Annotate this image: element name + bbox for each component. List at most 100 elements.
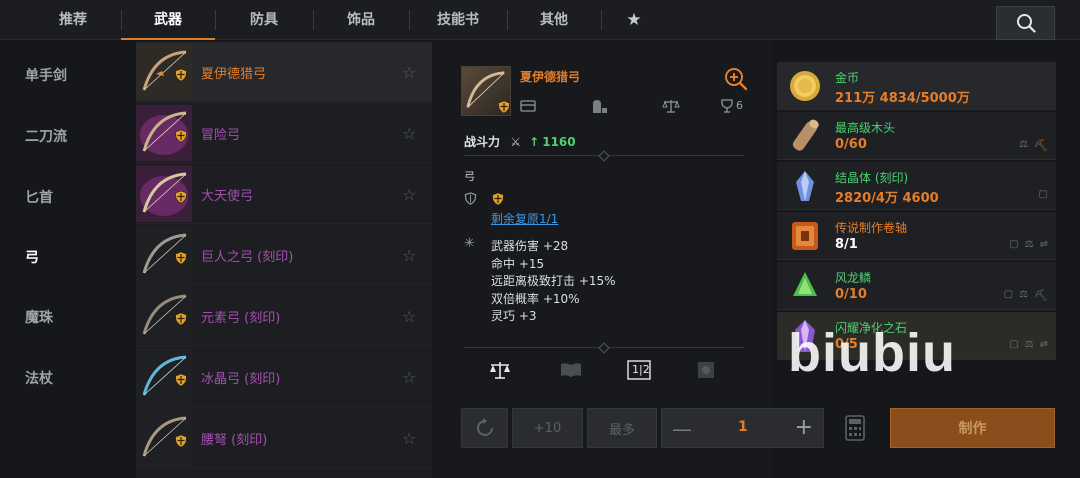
list-item[interactable]: 巨人之弓 (刻印) ☆ bbox=[136, 225, 432, 285]
list-item[interactable]: 夏伊德猎弓 ☆ bbox=[136, 42, 432, 102]
tab-accessories[interactable]: 饰品 bbox=[313, 0, 409, 40]
category-staff[interactable]: 法杖 bbox=[25, 368, 53, 388]
star-icon: ★ bbox=[626, 10, 642, 30]
category-orb[interactable]: 魔珠 bbox=[25, 307, 53, 327]
category-bow[interactable]: 弓 bbox=[25, 247, 39, 267]
favorite-star-icon[interactable]: ☆ bbox=[402, 185, 416, 204]
exchange-scale-icon[interactable]: ⚖ bbox=[1025, 339, 1034, 350]
scale-icon bbox=[662, 100, 680, 113]
shield-icon bbox=[175, 190, 187, 204]
plus-ten-button[interactable]: +10 bbox=[512, 408, 583, 448]
top-tab-bar: 推荐 武器 防具 饰品 技能书 其他 ★ bbox=[0, 0, 1080, 40]
material-row[interactable]: 最高级木头 0/60 ⚖ ⛏ bbox=[777, 112, 1056, 160]
swap-icon[interactable]: ⇌ bbox=[1040, 239, 1048, 250]
combat-power-value: 1160 bbox=[542, 135, 576, 149]
combat-power-label: 战斗力 bbox=[464, 135, 501, 149]
material-actions: ▢ ⚖ ⇌ bbox=[1009, 339, 1048, 350]
exchange-scale-icon[interactable]: ⚖ bbox=[1019, 289, 1028, 302]
book-icon[interactable] bbox=[560, 362, 582, 378]
quantity-stepper[interactable]: — 1 + bbox=[661, 408, 824, 448]
tab-other[interactable]: 其他 bbox=[507, 0, 601, 40]
detail-item-title: 夏伊德猎弓 bbox=[520, 70, 581, 84]
swap-icon[interactable]: ⇌ bbox=[1040, 339, 1048, 350]
list-item[interactable]: 冰晶弓 (刻印) ☆ bbox=[136, 347, 432, 407]
split-view-label: 1|2 bbox=[632, 363, 650, 376]
exchange-scale-icon[interactable]: ⚖ bbox=[1025, 239, 1034, 250]
compare-scale-icon[interactable] bbox=[489, 360, 511, 380]
book-icon[interactable]: ▢ bbox=[1009, 339, 1018, 350]
watermark-text: biubiu bbox=[788, 323, 956, 383]
item-name: 夏伊德猎弓 bbox=[201, 67, 267, 82]
favorite-star-icon[interactable]: ☆ bbox=[402, 307, 416, 326]
tab-weapons[interactable]: 武器 bbox=[121, 0, 215, 40]
combat-power: 战斗力 ⚔ ↑ 1160 bbox=[464, 133, 576, 150]
material-row[interactable]: 传说制作卷轴 8/1 ▢ ⚖ ⇌ bbox=[777, 212, 1056, 260]
appearance-icon[interactable] bbox=[697, 361, 715, 379]
material-actions: ⚖ ⛏ bbox=[1019, 139, 1048, 152]
material-row[interactable]: 金币 211万 4834/5000万 bbox=[777, 62, 1056, 110]
reset-button[interactable] bbox=[461, 408, 508, 448]
quantity-value[interactable]: 1 bbox=[738, 419, 748, 435]
material-row[interactable]: 结晶体 (刻印) 2820/4万 4600 ▢ bbox=[777, 162, 1056, 210]
search-button[interactable] bbox=[996, 6, 1055, 40]
item-name: 冒险弓 bbox=[201, 128, 241, 143]
stat-line: 武器伤害 +28 bbox=[491, 239, 569, 253]
tab-skill-books[interactable]: 技能书 bbox=[409, 0, 507, 40]
icon-count: 6 bbox=[736, 99, 743, 112]
material-actions: ▢ bbox=[1039, 189, 1048, 200]
detail-action-row: 1|2 bbox=[464, 360, 744, 380]
material-name: 传说制作卷轴 bbox=[835, 221, 908, 235]
chest-icon bbox=[520, 100, 536, 112]
item-name: 冰晶弓 (刻印) bbox=[201, 372, 281, 387]
category-dual-blades[interactable]: 二刀流 bbox=[25, 126, 67, 146]
book-icon[interactable]: ▢ bbox=[1004, 289, 1013, 302]
material-count: 0/60 bbox=[835, 137, 867, 152]
item-list: 夏伊德猎弓 ☆ 冒险弓 ☆ 大天使弓 ☆ 巨人之弓 (刻印) ☆ 元素弓 (刻印… bbox=[136, 42, 432, 478]
refresh-icon bbox=[476, 418, 493, 436]
tab-favorites[interactable]: ★ bbox=[601, 0, 667, 40]
category-nav: 单手剑 二刀流 匕首 弓 魔珠 法杖 bbox=[0, 42, 136, 478]
book-icon[interactable]: ▢ bbox=[1039, 189, 1048, 200]
trophy-icon bbox=[721, 99, 733, 113]
crystal-icon bbox=[796, 171, 814, 201]
zoom-in-icon[interactable] bbox=[724, 67, 748, 91]
max-button[interactable]: 最多 bbox=[587, 408, 657, 448]
stat-line: 双倍概率 +10% bbox=[491, 291, 580, 306]
material-count: 8/1 bbox=[835, 237, 858, 252]
exchange-scale-icon[interactable]: ⚖ bbox=[1019, 139, 1028, 152]
material-actions: ▢ ⚖ ⛏ bbox=[1004, 289, 1048, 302]
minus-button[interactable]: — bbox=[672, 417, 692, 441]
power-up-arrow-icon: ↑ bbox=[529, 135, 540, 149]
list-item[interactable]: 冒险弓 ☆ bbox=[136, 103, 432, 163]
craft-button[interactable]: 制作 bbox=[890, 408, 1055, 448]
favorite-star-icon[interactable]: ☆ bbox=[402, 124, 416, 143]
list-item[interactable]: 大天使弓 ☆ bbox=[136, 164, 432, 224]
item-type: 弓 bbox=[464, 170, 475, 183]
list-item[interactable]: 元素弓 (刻印) ☆ bbox=[136, 286, 432, 346]
calculator-icon[interactable] bbox=[845, 415, 865, 441]
category-dagger[interactable]: 匕首 bbox=[25, 187, 53, 207]
pickaxe-icon[interactable]: ⛏ bbox=[1034, 139, 1048, 152]
book-icon[interactable]: ▢ bbox=[1009, 239, 1018, 250]
tab-armor[interactable]: 防具 bbox=[215, 0, 313, 40]
list-item[interactable]: 腰弩 (刻印) ☆ bbox=[136, 408, 432, 468]
search-icon bbox=[1016, 14, 1036, 33]
favorite-star-icon[interactable]: ☆ bbox=[402, 368, 416, 387]
category-one-hand-sword[interactable]: 单手剑 bbox=[25, 65, 67, 85]
stat-list: 武器伤害 +28 命中 +15 远距离极致打击 +15% 双倍概率 +10% 灵… bbox=[491, 238, 616, 326]
favorite-star-icon[interactable]: ☆ bbox=[402, 429, 416, 448]
material-count: 211万 4834/5000万 bbox=[835, 91, 970, 106]
stat-line: 远距离极致打击 +15% bbox=[491, 274, 616, 288]
plus-button[interactable]: + bbox=[795, 415, 813, 440]
item-name: 腰弩 (刻印) bbox=[201, 433, 268, 448]
material-row[interactable]: 风龙鳞 0/10 ▢ ⚖ ⛏ bbox=[777, 262, 1056, 310]
favorite-star-icon[interactable]: ☆ bbox=[402, 63, 416, 82]
pickaxe-icon[interactable]: ⛏ bbox=[1034, 289, 1048, 302]
restore-link[interactable]: 剩余复原1/1 bbox=[491, 210, 558, 227]
item-name: 巨人之弓 (刻印) bbox=[201, 250, 294, 265]
favorite-star-icon[interactable]: ☆ bbox=[402, 246, 416, 265]
material-count: 2820/4万 4600 bbox=[835, 191, 939, 206]
item-name: 大天使弓 bbox=[201, 189, 254, 204]
tab-recommended[interactable]: 推荐 bbox=[25, 0, 121, 40]
shield-icon bbox=[175, 312, 187, 326]
